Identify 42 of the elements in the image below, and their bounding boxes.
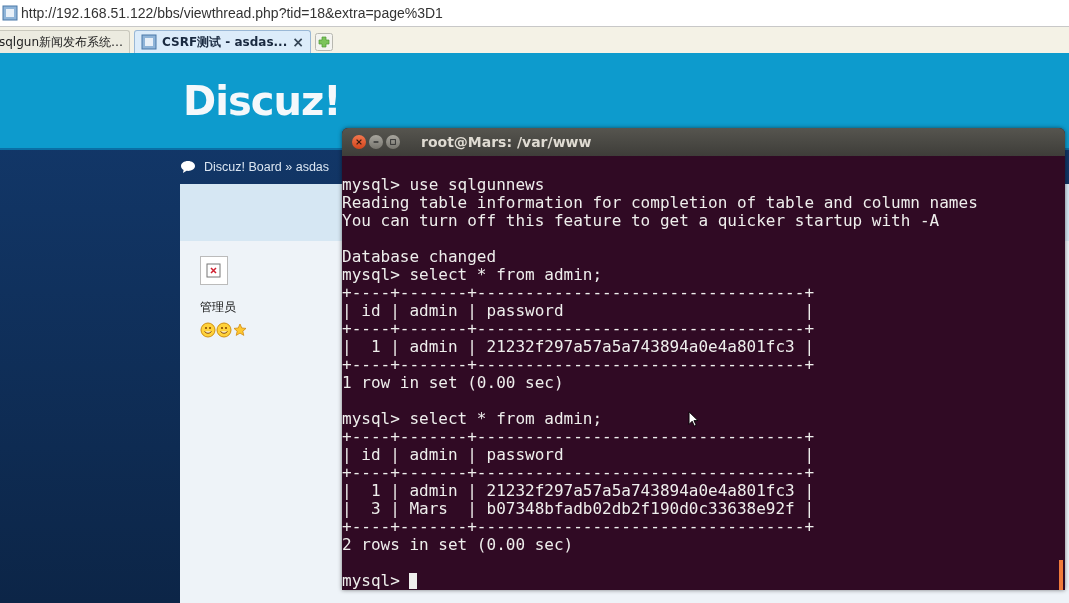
close-icon [355,138,363,146]
terminal-line: mysql> select * from admin; [342,266,603,284]
site-logo: Discuz! [183,77,341,124]
broken-image-icon [200,256,228,285]
terminal-line: mysql> select * from admin; [342,410,603,428]
text-cursor [409,573,418,589]
terminal-line: +----+-------+----------------------------------+ [342,518,814,536]
terminal-line: +----+-------+----------------------------------+ [342,356,814,374]
page-icon [2,5,18,21]
terminal-line: 2 rows in set (0.00 sec) [342,536,574,554]
mouse-pointer-icon [688,411,699,427]
terminal-line: Database changed [342,248,497,266]
terminal-line: mysql> use sqlgunnews [342,176,545,194]
close-tab-button[interactable]: × [292,34,304,50]
terminal-line: | 3 | Mars | b07348bfadb02db2f190d0c33638e92f | [342,500,814,518]
window-title: root@Mars: /var/www [421,134,592,150]
terminal-line: Reading table information for completion of table and column names [342,194,978,212]
terminal-line: +----+-------+----------------------------------+ [342,464,814,482]
terminal-line: You can turn off this feature to get a quicker startup with -A [342,212,940,230]
scrollbar-thumb[interactable] [1059,560,1063,590]
speech-bubble-icon [180,160,196,174]
new-tab-icon[interactable] [314,33,333,51]
terminal-line: | id | admin | password | [342,302,814,320]
terminal-line: +----+-------+----------------------------------+ [342,428,814,446]
terminal-line: +----+-------+----------------------------------+ [342,284,814,302]
close-button[interactable] [352,135,366,149]
breadcrumb[interactable]: Discuz! Board » asdas [204,160,330,174]
maximize-icon [389,138,397,146]
terminal-line: | 1 | admin | 21232f297a57a5a743894a0e4a801fc3 | [342,338,814,356]
page-icon [141,34,158,50]
terminal-line: 1 row in set (0.00 sec) [342,374,564,392]
browser-tab[interactable]: sqlgun新闻发布系统… [0,30,131,53]
terminal-line: +----+-------+----------------------------------+ [342,320,814,338]
author-role: 管理员 [200,299,236,316]
url-text: http://192.168.51.122/bbs/viewthread.php?tid=18&extra=page%3D1 [21,5,443,21]
terminal-line: | 1 | admin | 21232f297a57a5a743894a0e4a801fc3 | [342,482,814,500]
terminal-prompt: mysql> [342,572,401,590]
minimize-icon [372,138,380,146]
minimize-button[interactable] [369,135,383,149]
browser-tab[interactable]: CSRF测试 - asdas... × [134,30,311,53]
maximize-button[interactable] [386,135,400,149]
terminal-line: | id | admin | password | [342,446,814,464]
